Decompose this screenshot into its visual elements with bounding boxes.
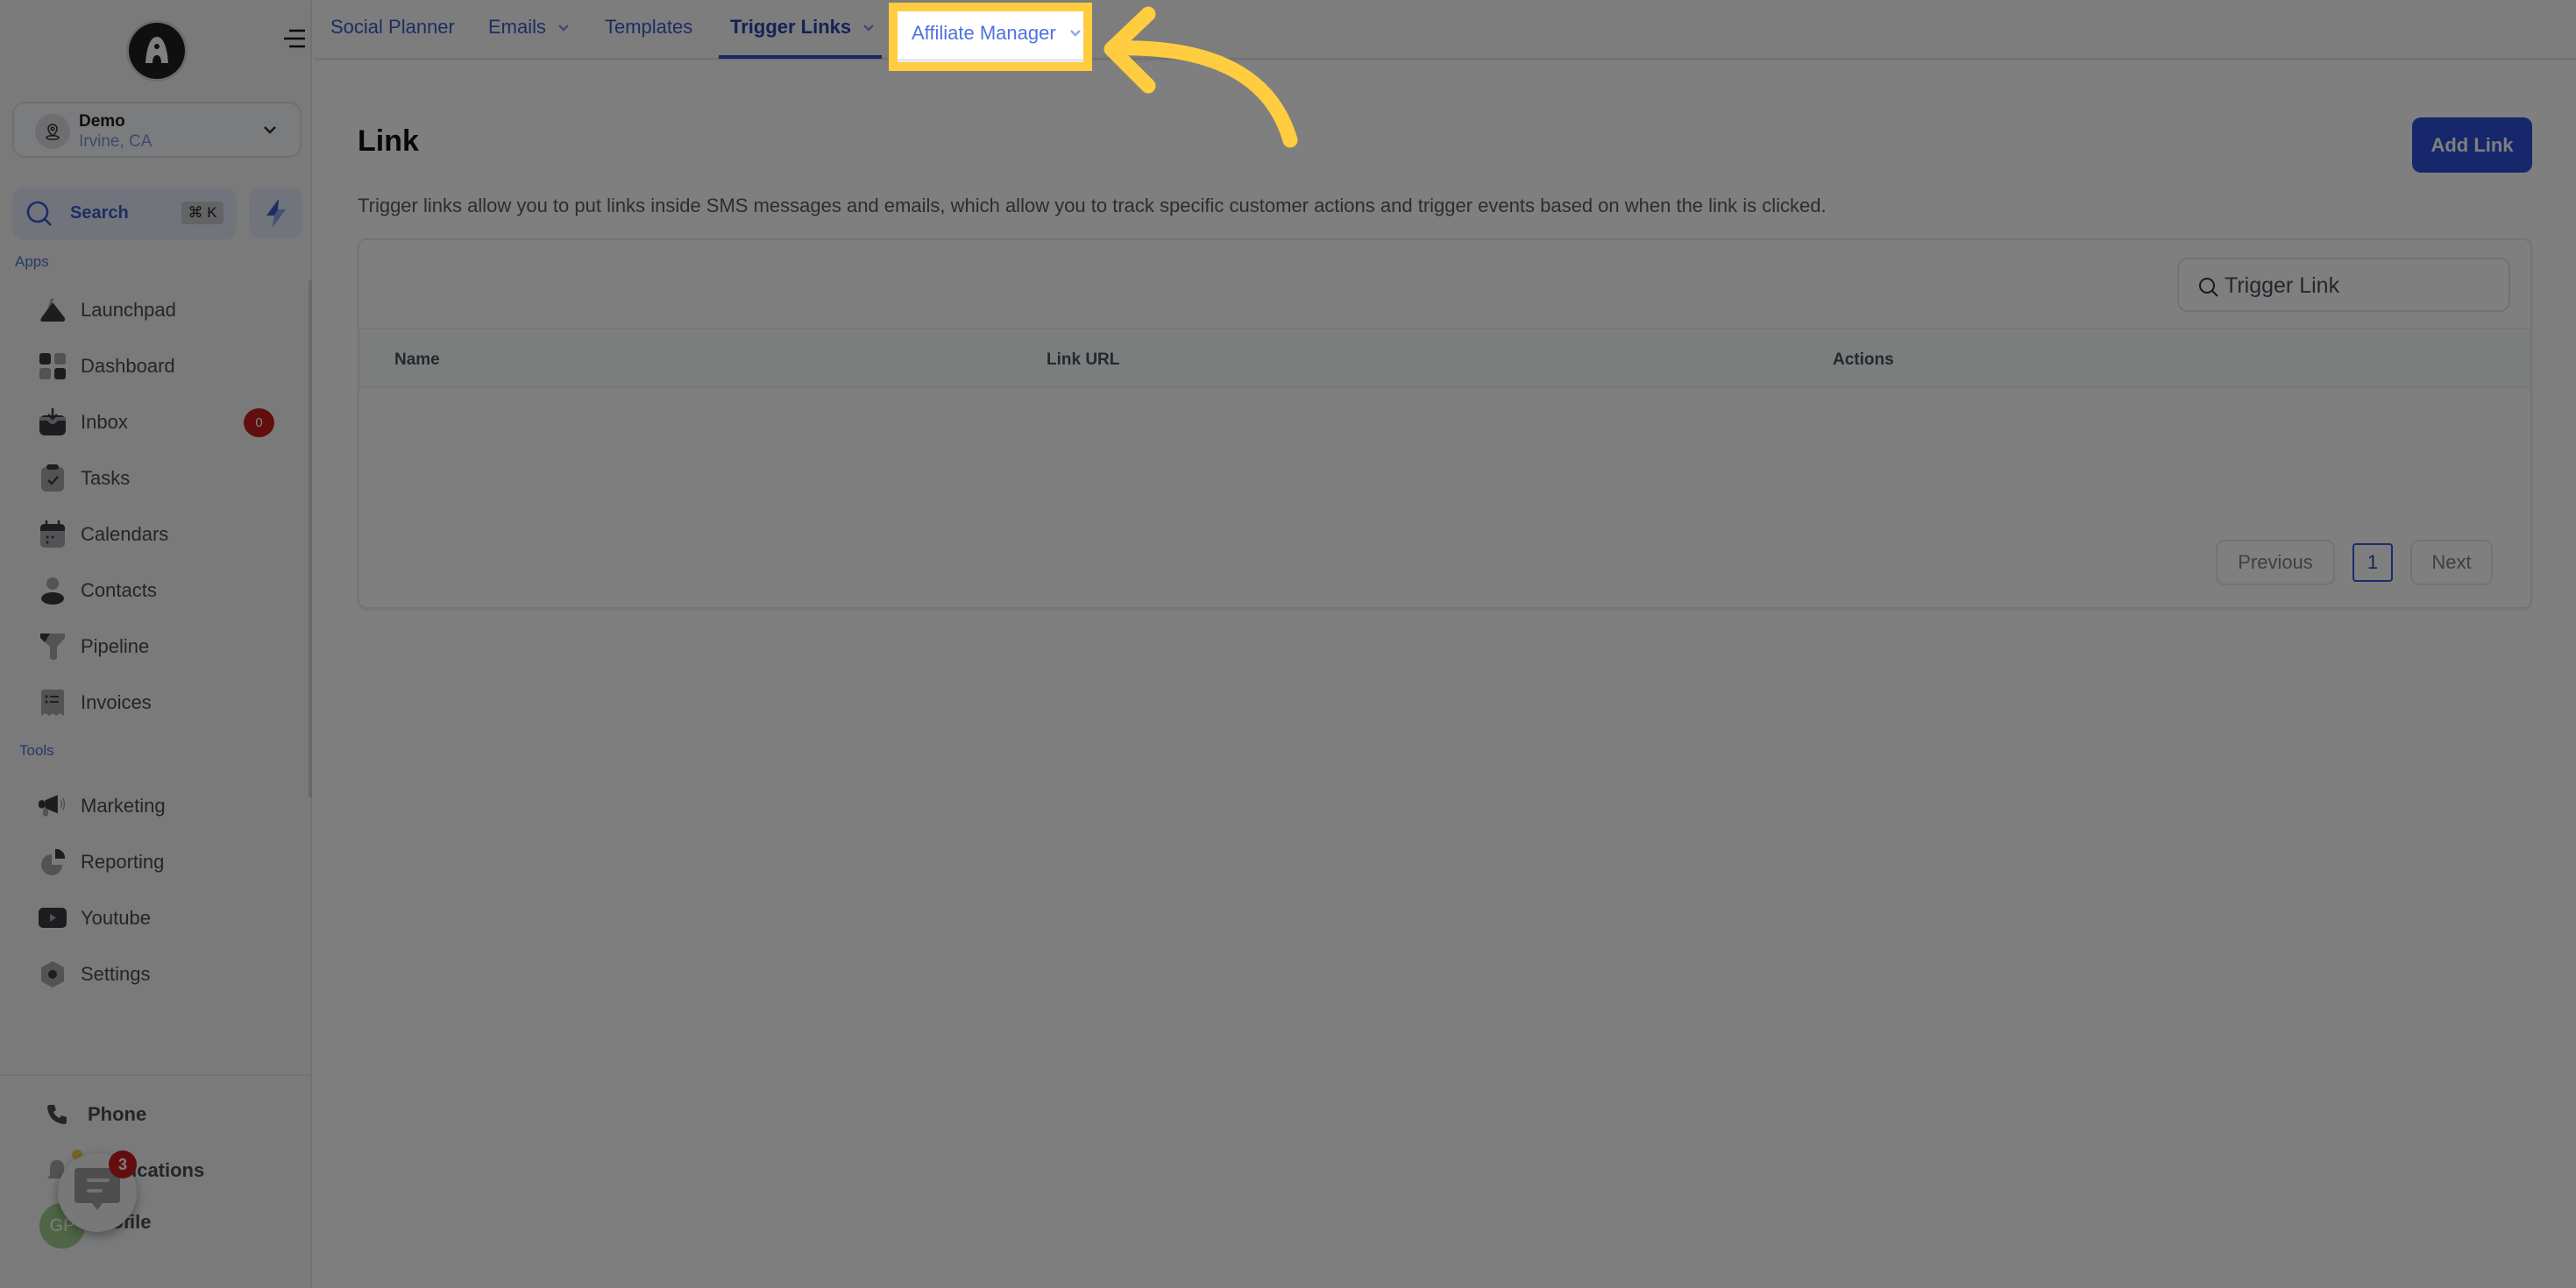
tab-affiliate-manager[interactable]: Affiliate Manager — [912, 22, 1082, 45]
dim-overlay — [0, 0, 889, 1288]
dim-overlay — [1092, 0, 2576, 1288]
highlight-frame: Affiliate Manager — [889, 3, 1092, 71]
guide-arrow-icon — [1103, 6, 1298, 148]
chevron-down-icon — [1069, 30, 1081, 37]
tab-label: Affiliate Manager — [912, 22, 1056, 44]
dim-overlay — [889, 71, 1092, 1288]
tab-bottom-border — [898, 59, 1083, 62]
